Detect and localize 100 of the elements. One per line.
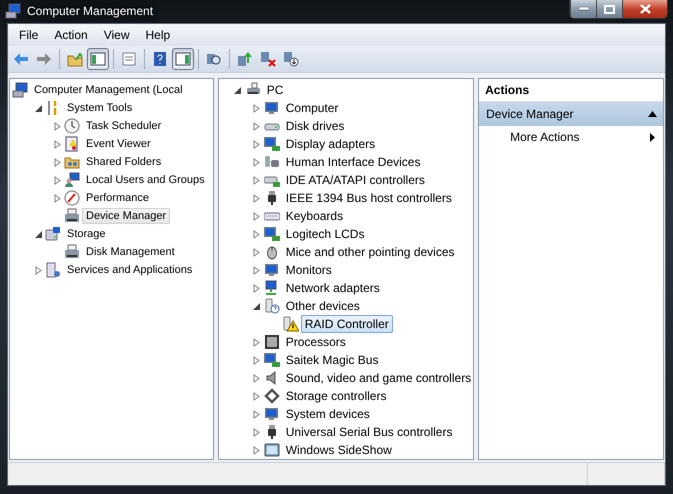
computer-management-icon (12, 82, 28, 98)
section-header[interactable]: Device Manager (479, 102, 663, 126)
expand-icon[interactable] (34, 266, 42, 274)
tree-item[interactable]: Storage controllers (282, 387, 390, 405)
collapse-icon[interactable] (252, 302, 262, 310)
tree-item[interactable]: Performance (82, 190, 153, 206)
maximize-button[interactable] (596, 0, 622, 18)
minimize-button[interactable] (570, 0, 596, 18)
monitor-icon (264, 136, 280, 152)
collapse-icon (648, 111, 657, 117)
tree-item[interactable]: Display adapters (282, 135, 380, 153)
tree-item[interactable]: System devices (282, 405, 374, 423)
disable-device-icon (260, 51, 276, 67)
expand-icon[interactable] (252, 284, 262, 292)
expand-icon[interactable] (252, 248, 262, 256)
tree-item[interactable]: Saitek Magic Bus (282, 351, 382, 369)
expand-icon[interactable] (252, 140, 262, 148)
folder-up-icon (67, 51, 83, 67)
expand-icon[interactable] (52, 140, 62, 148)
tree-item[interactable]: Storage (63, 226, 110, 242)
tree-item[interactable]: Sound, video and game controllers (282, 369, 474, 387)
minimize-icon (578, 7, 588, 11)
expand-icon[interactable] (52, 194, 62, 202)
update-driver-icon (237, 51, 253, 67)
users-icon (64, 172, 80, 188)
tree-item[interactable]: Disk drives (282, 117, 348, 135)
tree-item[interactable]: Other devices (282, 297, 364, 315)
window-title: Computer Management (27, 4, 154, 18)
expand-icon[interactable] (252, 338, 262, 346)
unknown-device-icon (264, 298, 280, 314)
tree-item[interactable]: Windows SideShow (282, 441, 396, 459)
tree-item[interactable]: Network adapters (282, 279, 384, 297)
expand-icon[interactable] (252, 356, 262, 364)
tree-item[interactable]: Local Users and Groups (82, 172, 209, 188)
monitor-icon (264, 352, 280, 368)
uninstall-device-icon (283, 51, 299, 67)
tree-item[interactable]: IEEE 1394 Bus host controllers (282, 189, 456, 207)
toolbar-button[interactable] (172, 48, 194, 70)
tree-item[interactable]: Logitech LCDs (282, 225, 368, 243)
log-icon (64, 136, 80, 152)
tree-item[interactable]: Keyboards (282, 207, 348, 225)
console-tree-icon (90, 51, 106, 67)
expand-icon[interactable] (252, 158, 262, 166)
server-icon (45, 262, 61, 278)
action-link[interactable]: More Actions (479, 126, 663, 148)
close-button[interactable] (622, 0, 667, 18)
expand-icon[interactable] (252, 392, 262, 400)
tree-item[interactable]: Computer (282, 99, 342, 117)
tree-item[interactable]: System Tools (63, 100, 136, 116)
expand-icon[interactable] (252, 266, 262, 274)
menu-item[interactable]: Help (138, 28, 178, 42)
expand-icon[interactable] (52, 158, 62, 166)
tree-item[interactable]: Universal Serial Bus controllers (282, 423, 456, 441)
tree-item[interactable]: Computer Management (Local (30, 82, 187, 98)
expand-icon[interactable] (252, 176, 262, 184)
tree-item[interactable]: Event Viewer (82, 136, 155, 152)
expand-icon[interactable] (252, 446, 262, 454)
printer-icon (64, 208, 80, 224)
menu-item[interactable]: View (96, 28, 138, 42)
tree-item[interactable]: Monitors (282, 261, 336, 279)
expand-icon[interactable] (52, 122, 62, 130)
tree-item[interactable]: Human Interface Devices (282, 153, 424, 171)
tree-item[interactable]: Task Scheduler (82, 118, 166, 134)
menu-item[interactable]: File (11, 28, 46, 42)
expand-icon[interactable] (52, 176, 62, 184)
expand-icon[interactable] (252, 104, 262, 112)
expand-icon[interactable] (252, 194, 262, 202)
expand-icon[interactable] (252, 122, 262, 130)
tree-item[interactable]: Shared Folders (82, 154, 166, 170)
clock-icon (64, 118, 80, 134)
window-icon (264, 442, 280, 458)
expand-icon[interactable] (252, 212, 262, 220)
tree-item[interactable]: Device Manager (82, 208, 170, 224)
chip-icon (264, 334, 280, 350)
monitor-icon (264, 226, 280, 242)
tree-item[interactable]: IDE ATA/ATAPI controllers (282, 171, 429, 189)
expand-icon[interactable] (252, 230, 262, 238)
expand-icon[interactable] (252, 374, 262, 382)
tree-item[interactable]: Processors (282, 333, 350, 351)
close-icon (640, 4, 650, 14)
controller-icon (264, 388, 280, 404)
tree-item[interactable]: Mice and other pointing devices (282, 243, 459, 261)
help-icon (152, 51, 168, 67)
monitor-icon (264, 406, 280, 422)
submenu-arrow-icon (650, 132, 655, 142)
menu-item[interactable]: Action (46, 28, 96, 42)
maximize-icon (604, 4, 615, 14)
tree-item[interactable]: RAID Controller (300, 315, 393, 333)
toolbar-button[interactable] (87, 48, 109, 70)
tree-item[interactable]: Services and Applications (63, 262, 196, 278)
expand-icon[interactable] (252, 410, 262, 418)
collapse-icon[interactable] (34, 230, 42, 238)
monitor-icon (264, 262, 280, 278)
collapse-icon[interactable] (233, 86, 242, 94)
properties-icon (121, 51, 137, 67)
computer-management-icon (5, 2, 21, 18)
expand-icon[interactable] (252, 428, 262, 436)
tree-item[interactable]: PC (262, 81, 288, 99)
tree-item[interactable]: Disk Management (82, 244, 179, 260)
collapse-icon[interactable] (34, 104, 42, 112)
